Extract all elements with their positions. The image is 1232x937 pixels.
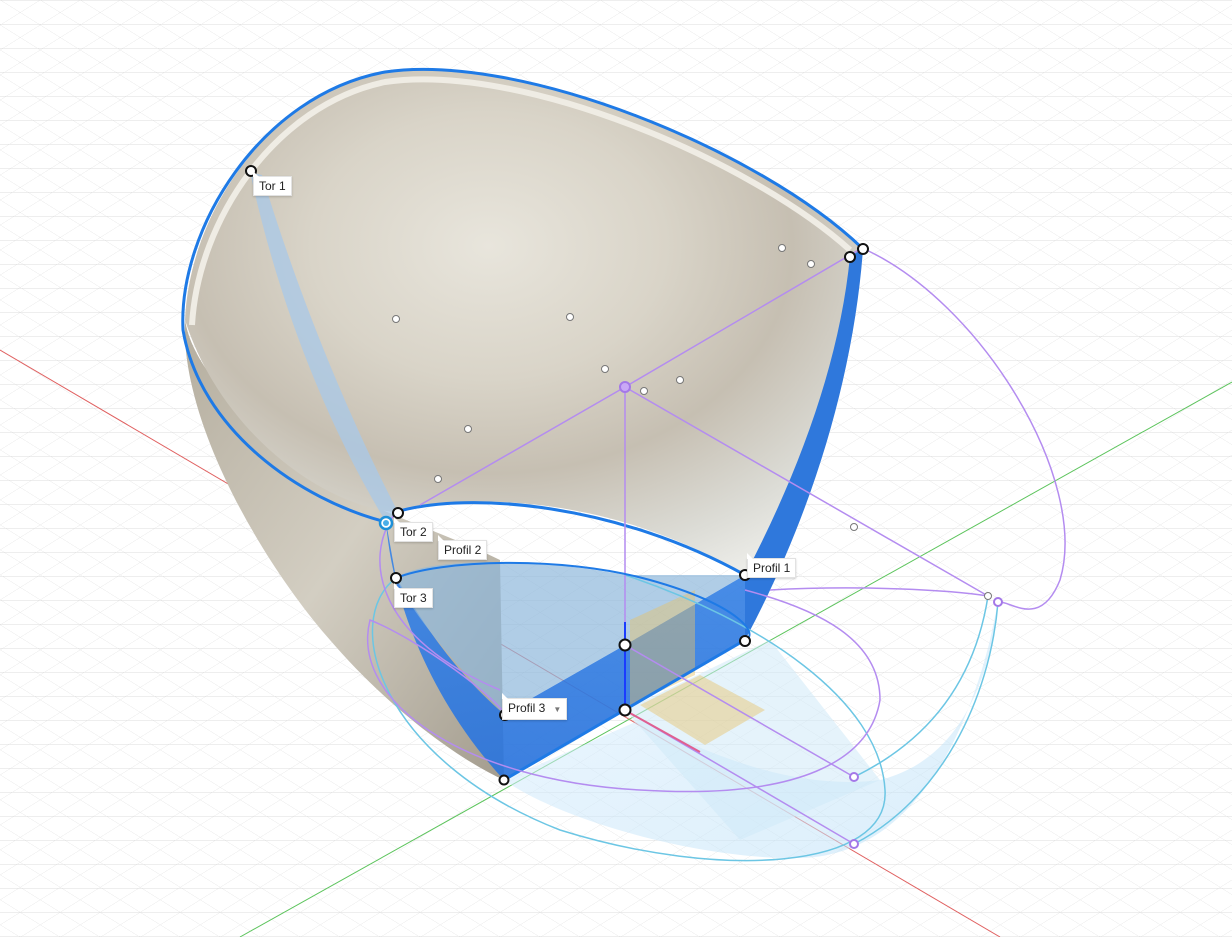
control-point — [778, 244, 786, 252]
label-tor1-text: Tor 1 — [259, 179, 286, 193]
vertex-tor3 — [390, 572, 402, 584]
label-tor2-text: Tor 2 — [400, 525, 427, 539]
rail-handle — [849, 839, 859, 849]
control-point — [434, 475, 442, 483]
label-profil3[interactable]: Profil 3 ▼ — [502, 693, 568, 720]
vertex-center — [618, 638, 632, 652]
vertex-origin — [618, 703, 632, 717]
control-point — [601, 365, 609, 373]
control-point — [676, 376, 684, 384]
vertex-tor2-selected-dot — [383, 520, 389, 526]
control-point — [464, 425, 472, 433]
control-point — [392, 315, 400, 323]
control-point — [566, 313, 574, 321]
dropdown-triangle-icon[interactable]: ▼ — [553, 705, 561, 714]
control-point — [807, 260, 815, 268]
label-profil2-text: Profil 2 — [444, 543, 482, 557]
label-tor2[interactable]: Tor 2 — [394, 517, 433, 542]
rail-center-point — [619, 381, 631, 393]
3d-viewport[interactable]: Tor 1 Tor 2 Profil 2 Tor 3 Profil 1 Prof… — [0, 0, 1232, 937]
label-tor3-text: Tor 3 — [400, 591, 427, 605]
label-tor1[interactable]: Tor 1 — [253, 171, 292, 196]
label-profil3-text: Profil 3 — [508, 701, 546, 715]
label-profil2[interactable]: Profil 2 — [438, 535, 488, 560]
control-point — [984, 592, 992, 600]
vertex-top-right-2 — [857, 243, 869, 255]
label-profil1-text: Profil 1 — [753, 561, 791, 575]
label-tor3[interactable]: Tor 3 — [394, 583, 433, 608]
rail-handle — [849, 772, 859, 782]
label-profil1[interactable]: Profil 1 — [747, 553, 797, 578]
vertex-mid-right — [739, 635, 751, 647]
rail-handle — [993, 597, 1003, 607]
control-point — [640, 387, 648, 395]
vertex-bottom — [498, 774, 510, 786]
model-canvas[interactable] — [0, 0, 1232, 937]
vertex-top-right — [844, 251, 856, 263]
control-point — [850, 523, 858, 531]
